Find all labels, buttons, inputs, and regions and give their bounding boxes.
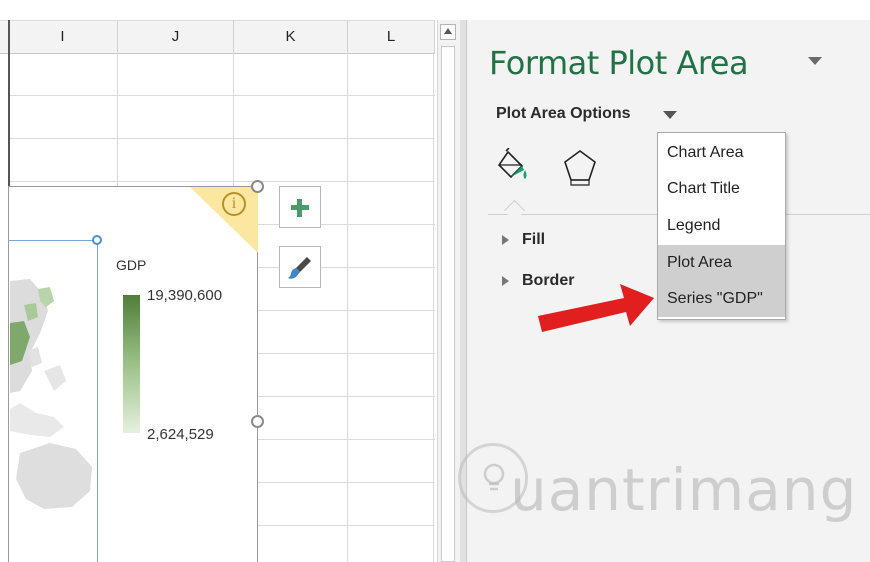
watermark-bulb-glyph bbox=[483, 463, 505, 491]
column-header-j[interactable]: J bbox=[118, 21, 234, 53]
fill-line-icon[interactable] bbox=[494, 148, 534, 188]
fill-expand-caret-icon[interactable] bbox=[502, 235, 509, 245]
chart-resize-handle-right[interactable] bbox=[251, 415, 264, 428]
legend-min-value: 2,624,529 bbox=[147, 426, 214, 443]
column-header-l[interactable]: L bbox=[348, 21, 435, 53]
plot-area-resize-handle[interactable] bbox=[92, 235, 102, 245]
menu-item-chart-area[interactable]: Chart Area bbox=[658, 135, 785, 171]
menu-item-series-gdp[interactable]: Series "GDP" bbox=[658, 281, 785, 317]
column-header-k[interactable]: K bbox=[234, 21, 348, 53]
legend-color-scale bbox=[123, 295, 140, 433]
info-icon[interactable]: i bbox=[222, 192, 246, 216]
effects-pentagon-icon[interactable] bbox=[562, 148, 600, 188]
red-arrow-icon bbox=[538, 284, 654, 332]
row-gridline bbox=[8, 181, 435, 182]
row-gridline bbox=[8, 95, 435, 96]
chart-styles-button[interactable] bbox=[279, 246, 321, 288]
menu-item-legend[interactable]: Legend bbox=[658, 208, 785, 244]
pane-options-caret-icon[interactable] bbox=[808, 57, 822, 65]
plot-area[interactable] bbox=[8, 240, 98, 562]
fill-section-header[interactable]: Fill bbox=[522, 231, 545, 249]
scrollbar-thumb[interactable] bbox=[441, 46, 455, 562]
border-expand-caret-icon[interactable] bbox=[502, 276, 509, 286]
column-gridline bbox=[433, 52, 434, 562]
plot-area-options-dropdown[interactable]: Plot Area Options bbox=[496, 105, 631, 123]
menu-item-plot-area[interactable]: Plot Area bbox=[658, 245, 785, 281]
column-gridline bbox=[347, 52, 348, 562]
chevron-down-icon[interactable] bbox=[663, 111, 677, 119]
legend-title: GDP bbox=[116, 257, 147, 273]
legend-max-value: 19,390,600 bbox=[147, 287, 223, 304]
column-header-row: I J K L bbox=[0, 20, 435, 54]
plot-area-options-menu: Chart Area Chart Title Legend Plot Area … bbox=[657, 132, 786, 320]
chart-resize-handle-top-right[interactable] bbox=[251, 180, 264, 193]
paintbrush-icon bbox=[288, 257, 311, 279]
menu-item-chart-title[interactable]: Chart Title bbox=[658, 171, 785, 207]
watermark-text: uantrimang bbox=[510, 456, 858, 524]
chart-elements-button[interactable] bbox=[279, 186, 321, 228]
scroll-up-arrow-icon[interactable] bbox=[440, 24, 456, 40]
column-header-i[interactable]: I bbox=[8, 21, 118, 53]
pane-title: Format Plot Area bbox=[489, 44, 749, 82]
row-gridline bbox=[8, 138, 435, 139]
